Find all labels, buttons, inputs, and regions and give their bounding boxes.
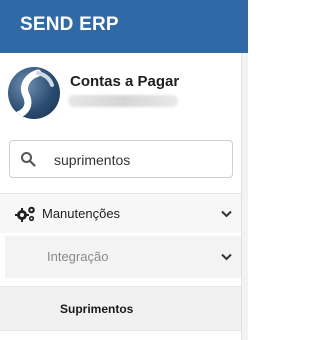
company-logo-icon [8,67,60,119]
profile-title: Contas a Pagar [70,73,180,90]
search-input[interactable] [54,150,224,170]
menu-item-integracao[interactable]: Integração [5,236,241,278]
menu-item-label: Suprimentos [60,302,134,316]
menu-item-manutencoes[interactable]: Manutenções [0,193,241,233]
search-box[interactable] [9,140,233,178]
chevron-down-icon [221,253,232,261]
menu-item-label: Integração [47,249,109,264]
profile-section: Contas a Pagar [0,53,241,129]
top-bar: SEND ERP [0,0,248,53]
search-icon [21,152,36,167]
sidebar: Contas a Pagar Manutenções [0,53,241,340]
menu-item-label: Manutenções [42,206,121,221]
menu-item-suprimentos[interactable]: Suprimentos [0,286,241,330]
content-edge [241,53,248,340]
gears-icon [15,206,35,222]
chevron-down-icon [221,210,232,218]
profile-subtitle-blurred [68,95,178,107]
divider [0,330,241,331]
app-brand: SEND ERP [20,14,119,35]
